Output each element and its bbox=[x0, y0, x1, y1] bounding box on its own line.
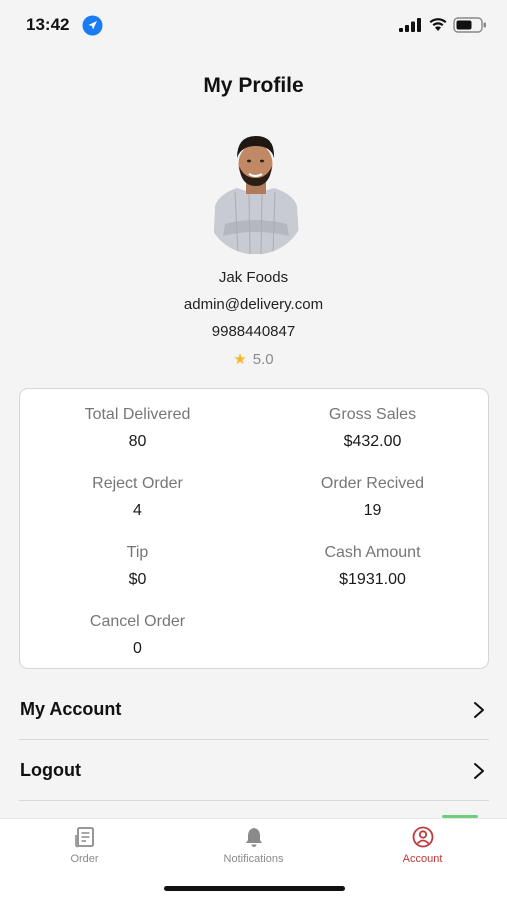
stat-label: Reject Order bbox=[92, 475, 183, 492]
profile-email: admin@delivery.com bbox=[183, 296, 324, 313]
wifi-icon bbox=[429, 18, 447, 31]
stat-value: 4 bbox=[133, 502, 142, 519]
tab-account[interactable]: Account bbox=[338, 819, 507, 889]
stat-value: 80 bbox=[128, 433, 147, 450]
star-icon: ★ bbox=[233, 351, 247, 368]
rating-value: 5.0 bbox=[252, 351, 274, 368]
stat-total-delivered: Total Delivered 80 bbox=[20, 404, 255, 453]
user-circle-icon bbox=[412, 826, 434, 848]
chevron-right-icon bbox=[474, 763, 484, 779]
stat-value: 0 bbox=[133, 640, 142, 657]
stat-label: Gross Sales bbox=[328, 406, 417, 423]
stat-value: $432.00 bbox=[343, 433, 402, 450]
menu-item-logout[interactable]: Logout bbox=[19, 741, 489, 801]
stat-value: $1931.00 bbox=[339, 571, 406, 588]
stat-reject-order: Reject Order 4 bbox=[20, 473, 255, 522]
profile-phone: 9988440847 bbox=[211, 323, 296, 340]
stat-value: 19 bbox=[363, 502, 382, 519]
stat-tip: Tip $0 bbox=[20, 542, 255, 591]
tab-notifications[interactable]: Notifications bbox=[169, 819, 338, 889]
stat-label: Cash Amount bbox=[324, 544, 421, 561]
stat-label: Order Recived bbox=[320, 475, 425, 492]
tab-label: Account bbox=[402, 853, 443, 865]
status-bar: 13:42 bbox=[0, 0, 507, 50]
battery-icon bbox=[453, 17, 486, 33]
tab-label: Order bbox=[70, 853, 99, 865]
receipt-icon bbox=[75, 827, 94, 848]
bell-icon bbox=[246, 828, 262, 847]
stat-cash-amount: Cash Amount $1931.00 bbox=[255, 542, 490, 591]
profile-name: Jak Foods bbox=[218, 269, 289, 286]
stat-label: Cancel Order bbox=[89, 613, 186, 630]
avatar bbox=[205, 128, 306, 254]
page-title: My Profile bbox=[203, 74, 304, 97]
menu-item-label: Logout bbox=[20, 760, 81, 780]
stats-card: Total Delivered 80 Gross Sales $432.00 R… bbox=[19, 388, 489, 669]
stat-cancel-order: Cancel Order 0 bbox=[20, 611, 255, 660]
menu-item-my-account[interactable]: My Account bbox=[19, 680, 489, 740]
chevron-right-icon bbox=[474, 702, 484, 718]
stat-value: $0 bbox=[128, 571, 147, 588]
tab-label: Notifications bbox=[223, 853, 284, 865]
stat-gross-sales: Gross Sales $432.00 bbox=[255, 404, 490, 453]
stat-label: Tip bbox=[126, 544, 149, 561]
tab-order[interactable]: Order bbox=[0, 819, 169, 889]
status-time: 13:42 bbox=[26, 15, 70, 34]
cellular-signal-icon bbox=[399, 18, 421, 32]
home-indicator bbox=[164, 886, 345, 891]
rating: ★ 5.0 bbox=[0, 350, 507, 368]
stat-label: Total Delivered bbox=[84, 406, 191, 423]
menu-item-label: My Account bbox=[20, 699, 122, 719]
stat-order-received: Order Recived 19 bbox=[255, 473, 490, 522]
location-arrow-icon bbox=[82, 15, 103, 36]
